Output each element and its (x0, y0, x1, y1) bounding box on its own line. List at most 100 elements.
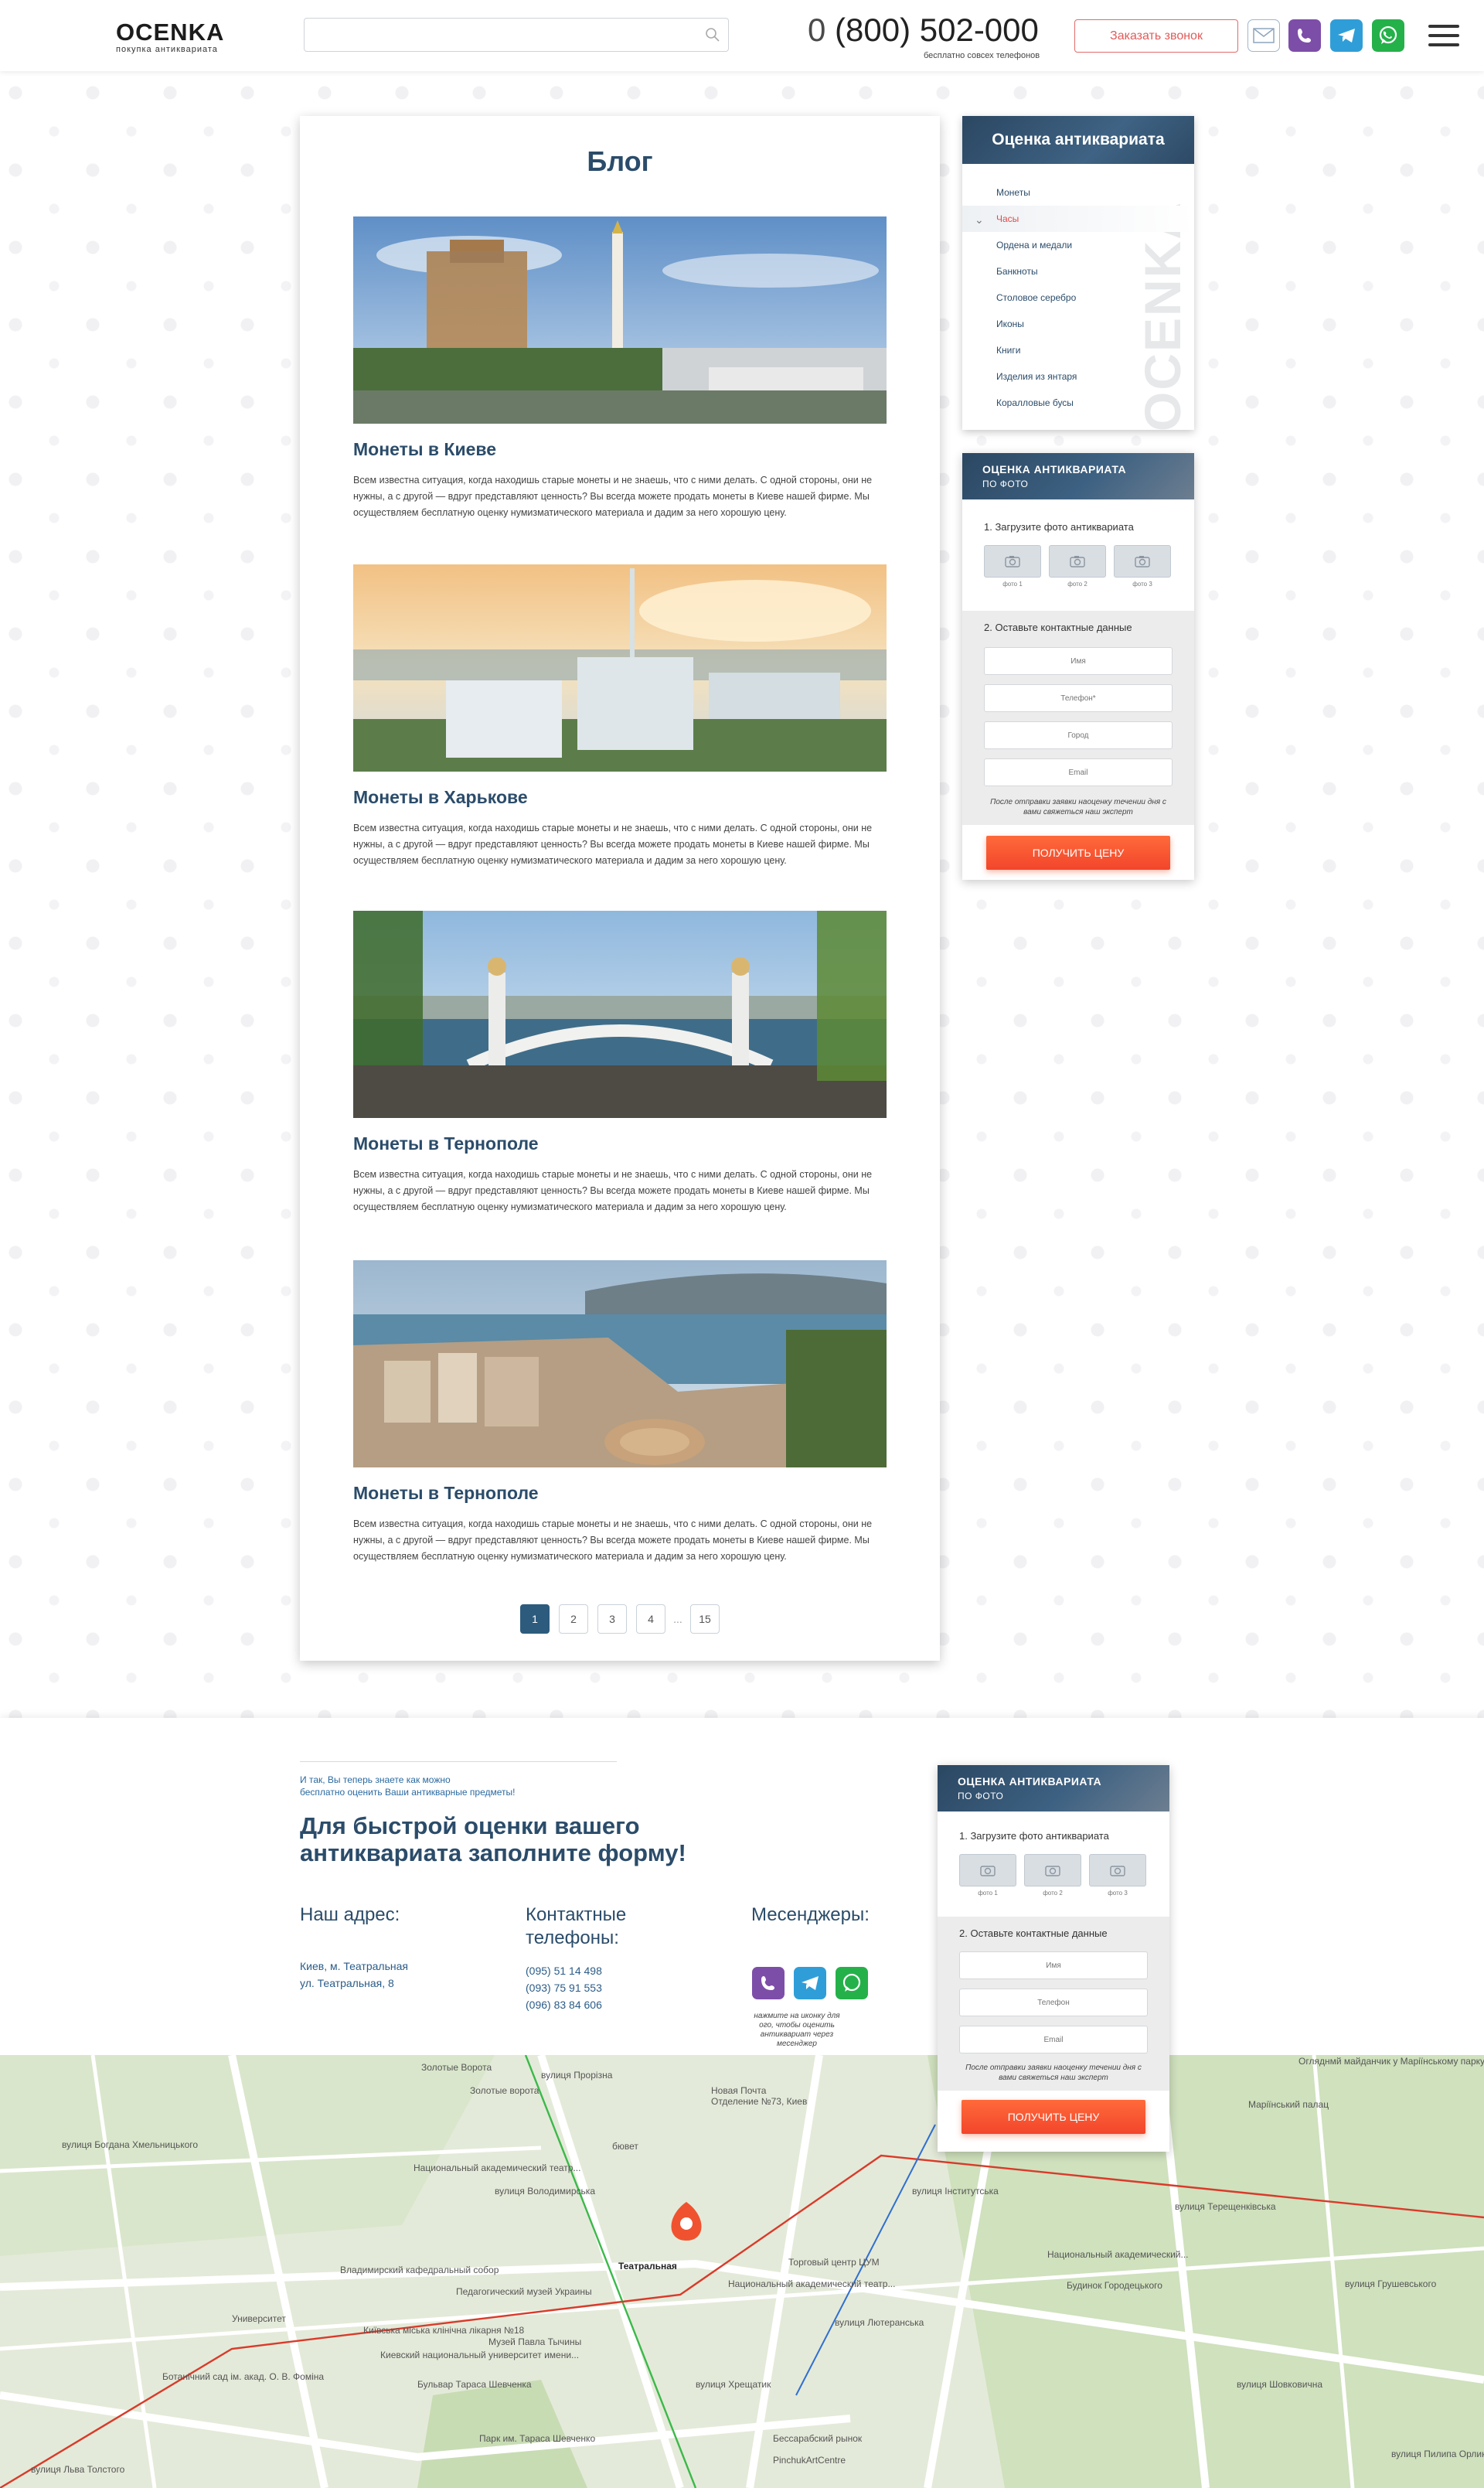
blog-card: Блог Монеты в Киеве Всем известна ситуац… (300, 116, 940, 1661)
post-image-kharkiv[interactable] (353, 564, 887, 772)
photo-label: фото 3 (1108, 1890, 1128, 1897)
search-input[interactable] (304, 18, 729, 52)
camera-icon (980, 1866, 996, 1876)
page-button-last[interactable]: 15 (690, 1604, 720, 1634)
page-button-2[interactable]: 2 (559, 1604, 588, 1634)
form-title: ОЦЕНКА АНТИКВАРИАТА ПО ФОТО (962, 453, 1194, 499)
menu-icon[interactable] (1428, 25, 1459, 46)
map-label: Ботанічний сад ім. акад. О. В. Фоміна (162, 2371, 324, 2382)
page-button-1[interactable]: 1 (520, 1604, 550, 1634)
post-excerpt: Всем известна ситуация, когда находишь с… (353, 1518, 873, 1562)
city-field[interactable] (984, 721, 1173, 749)
category-item[interactable]: Иконы (962, 311, 1194, 337)
phone-field[interactable] (959, 1989, 1148, 2016)
whatsapp-icon[interactable] (1372, 19, 1404, 52)
photo-estimate-form-footer: ОЦЕНКА АНТИКВАРИАТА ПО ФОТО 1. Загрузите … (938, 1765, 1169, 2152)
name-field[interactable] (959, 1951, 1148, 1979)
page-title: Блог (587, 145, 653, 177)
category-item[interactable]: Банкноты (962, 258, 1194, 285)
map-label: вулиця Шовковична (1237, 2379, 1322, 2390)
form-step-2: 2. Оставьте контактные данные (959, 1927, 1108, 1939)
map-label: Национальный академический... (1047, 2249, 1189, 2260)
map-canvas[interactable]: Золотые Ворота Золотые ворота Новая Почта О… (0, 2055, 1484, 2488)
get-price-button[interactable]: ПОЛУЧИТЬ ЦЕНУ (962, 2100, 1145, 2134)
contact-section: И так, Вы теперь знаете как можно бесплат… (0, 1718, 1484, 2055)
post-excerpt: Всем известна ситуация, когда находишь с… (353, 823, 873, 866)
phone-main: (800) 502-000 (835, 12, 1039, 48)
map-label: Бульвар Тараса Шевченка (417, 2379, 532, 2390)
category-item[interactable]: Книги (962, 337, 1194, 363)
map-label: вулиця Інститутська (912, 2186, 999, 2197)
camera-icon (1110, 1866, 1125, 1876)
category-item[interactable]: Ордена и медали (962, 232, 1194, 258)
viber-icon[interactable] (1288, 19, 1321, 52)
post-image-ternopil[interactable] (353, 911, 887, 1118)
blog-post[interactable]: Монеты в Тернополе Всем известна ситуаци… (353, 911, 887, 1215)
category-item[interactable]: Столовое серебро (962, 285, 1194, 311)
post-image-coast-city[interactable] (353, 1260, 887, 1467)
phone-link[interactable]: (093) 75 91 553 (526, 1979, 602, 1996)
map-label: Золотые Ворота (421, 2062, 492, 2073)
post-title[interactable]: Монеты в Тернополе (353, 1483, 887, 1504)
post-title[interactable]: Монеты в Тернополе (353, 1133, 887, 1154)
site-header: OCENKA покупка антиквариата 0 (800) 502-… (0, 0, 1484, 71)
photo-upload-1[interactable] (984, 545, 1041, 578)
post-excerpt: Всем известна ситуация, когда находишь с… (353, 1169, 873, 1212)
category-item[interactable]: Коралловые бусы (962, 390, 1194, 416)
map-label: Театральная (618, 2261, 677, 2272)
page-button-3[interactable]: 3 (597, 1604, 627, 1634)
map-label: вулиця Терещенківська (1175, 2201, 1276, 2212)
map-label: Национальный академический театр... (414, 2163, 580, 2173)
phone-prefix: 0 (808, 12, 836, 48)
photo-upload-2[interactable] (1024, 1854, 1081, 1886)
pagination: 1 2 3 4 ... 15 (300, 1604, 940, 1634)
messenger-links (752, 1967, 868, 1999)
photo-upload-2[interactable] (1049, 545, 1106, 578)
blog-post[interactable]: Монеты в Киеве Всем известна ситуация, к… (353, 216, 887, 521)
get-price-button[interactable]: ПОЛУЧИТЬ ЦЕНУ (986, 836, 1170, 870)
name-field[interactable] (984, 647, 1173, 675)
form-title: ОЦЕНКА АНТИКВАРИАТА ПО ФОТО (938, 1765, 1169, 1811)
phone-field[interactable] (984, 684, 1173, 712)
photo-label: фото 1 (1002, 581, 1023, 588)
map-label: Торговый центр ЦУМ (788, 2257, 880, 2268)
logo[interactable]: OCENKA покупка антиквариата (116, 20, 224, 55)
map-label: Огляднмй майданчик у Маріїнському парку (1298, 2056, 1484, 2067)
whatsapp-icon[interactable] (836, 1967, 868, 1999)
photo-upload-1[interactable] (959, 1854, 1016, 1886)
post-image-kyiv[interactable] (353, 216, 887, 424)
post-title[interactable]: Монеты в Харькове (353, 787, 887, 808)
map-label: Парк им. Тараса Шевченко (479, 2433, 595, 2444)
map[interactable]: Золотые Ворота Золотые ворота Новая Почта О… (0, 2055, 1484, 2488)
telegram-icon[interactable] (1330, 19, 1363, 52)
callback-button[interactable]: Заказать звонок (1074, 19, 1238, 53)
email-field[interactable] (959, 2026, 1148, 2053)
email-field[interactable] (984, 758, 1173, 786)
telegram-icon[interactable] (794, 1967, 826, 1999)
address-text: Киев, м. Театральная ул. Театральная, 8 (300, 1960, 408, 1989)
blog-post[interactable]: Монеты в Тернополе Всем известна ситуаци… (353, 1260, 887, 1565)
phone-link[interactable]: (096) 83 84 606 (526, 1996, 602, 2013)
phone-link[interactable]: (095) 51 14 498 (526, 1962, 602, 1979)
blog-post[interactable]: Монеты в Харькове Всем известна ситуация… (353, 564, 887, 869)
photo-upload-3[interactable] (1114, 545, 1171, 578)
category-item[interactable]: Изделия из янтаря (962, 363, 1194, 390)
mail-icon[interactable] (1247, 19, 1280, 52)
category-item[interactable]: Монеты (962, 179, 1194, 206)
phone-number[interactable]: 0 (800) 502-000 (808, 12, 1039, 48)
page-button-4[interactable]: 4 (636, 1604, 665, 1634)
category-menu-title: Оценка антиквариата (962, 116, 1194, 164)
post-title[interactable]: Монеты в Киеве (353, 439, 887, 460)
map-label: Национальный академический театр... (728, 2278, 895, 2289)
photo-upload-3[interactable] (1089, 1854, 1146, 1886)
map-label: Золотые ворота (470, 2085, 539, 2096)
map-label: PinchukArtCentre (773, 2455, 846, 2466)
search-icon[interactable] (705, 27, 720, 43)
map-label: Владимирский кафедральный собор (340, 2265, 499, 2275)
form-step-1: 1. Загрузите фото антиквариата (984, 521, 1134, 533)
viber-icon[interactable] (752, 1967, 785, 1999)
map-label: Новая Почта (711, 2085, 767, 2096)
form-note: После отправки заявки наоценку течении д… (990, 798, 1166, 816)
category-item-active[interactable]: ⌄ Часы (962, 206, 1194, 232)
category-menu: Оценка антиквариата OCENKA Монеты ⌄ Часы … (962, 116, 1194, 430)
